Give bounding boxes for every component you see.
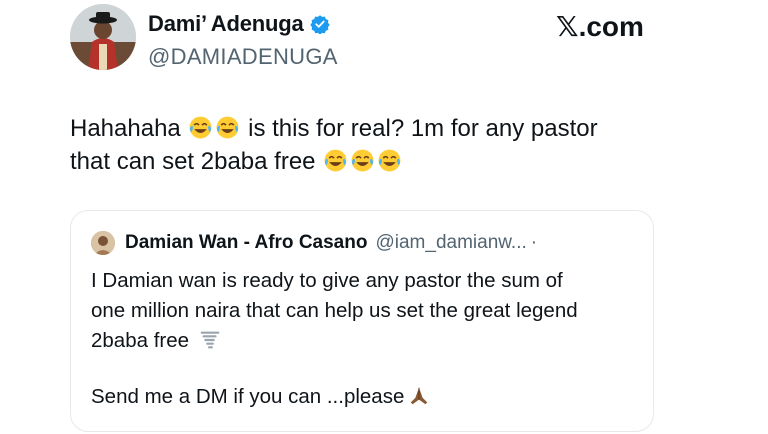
face-with-tears-of-joy-icon xyxy=(323,148,348,173)
folded-hands-icon xyxy=(408,385,430,407)
tweet-line-1-prefix: Hahahaha xyxy=(70,115,181,142)
quoted-paragraph-2: Send me a DM if you can ...please xyxy=(91,382,646,412)
face-with-tears-of-joy-icon xyxy=(215,115,240,140)
quoted-tweet-card[interactable]: Damian Wan - Afro Casano @iam_damianw...… xyxy=(70,210,654,432)
tweet-line-1-suffix: is this for real? 1m for any pastor xyxy=(248,115,598,142)
verified-badge-icon xyxy=(309,14,330,35)
x-logo-icon: 𝕏 xyxy=(556,10,579,43)
quoted-author-name[interactable]: Damian Wan - Afro Casano xyxy=(125,232,367,254)
quoted-author-avatar[interactable] xyxy=(91,231,115,255)
face-with-tears-of-joy-icon xyxy=(350,148,375,173)
face-with-tears-of-joy-icon xyxy=(188,115,213,140)
quoted-para-2-text: Send me a DM if you can ...please xyxy=(91,385,405,408)
quoted-author-handle[interactable]: @iam_damianw... xyxy=(375,232,526,254)
quoted-line-3: 2baba free xyxy=(91,326,646,356)
quoted-line-1: I Damian wan is ready to give any pastor… xyxy=(91,269,563,292)
tweet-text: Hahahaha is this for real? 1m for any pa… xyxy=(70,112,710,178)
face-with-tears-of-joy-icon xyxy=(377,148,402,173)
brand-suffix: .com xyxy=(578,11,644,42)
author-display-name[interactable]: Dami’ Adenuga xyxy=(148,11,330,37)
separator-dot: · xyxy=(530,232,538,253)
quoted-tweet-header: Damian Wan - Afro Casano @iam_damianw...… xyxy=(91,231,537,255)
quoted-tweet-text: I Damian wan is ready to give any pastor… xyxy=(91,266,646,412)
tweet-line-2-text: that can set 2baba free xyxy=(70,148,316,175)
quoted-line-2: one million naira that can help us set t… xyxy=(91,299,578,322)
author-name-text: Dami’ Adenuga xyxy=(148,11,304,36)
author-handle[interactable]: @DAMIADENUGA xyxy=(148,44,338,70)
author-avatar[interactable] xyxy=(70,4,136,70)
quoted-line-3-text: 2baba free xyxy=(91,329,190,352)
x-com-logo: 𝕏.com xyxy=(556,10,644,43)
tweet-line-2: that can set 2baba free xyxy=(70,145,710,178)
tornado-icon xyxy=(199,329,221,351)
tweet-line-1: Hahahaha is this for real? 1m for any pa… xyxy=(70,112,710,145)
